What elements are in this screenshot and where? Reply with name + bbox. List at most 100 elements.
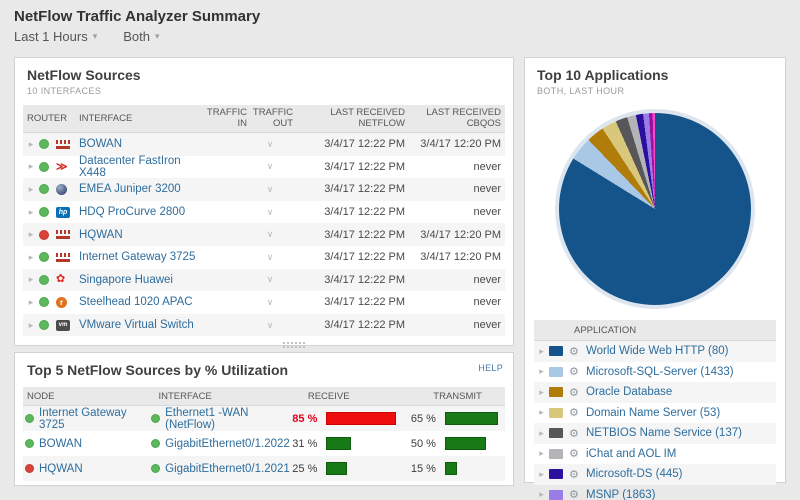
- expand-arrow-icon[interactable]: ▸: [23, 274, 39, 285]
- chevron-down-icon: ▾: [93, 31, 98, 42]
- application-link[interactable]: Microsoft-SQL-Server (1433): [586, 366, 734, 378]
- application-link[interactable]: Domain Name Server (53): [586, 407, 720, 419]
- router-link[interactable]: EMEA Juniper 3200: [79, 183, 181, 195]
- router-link[interactable]: HQWAN: [79, 229, 123, 241]
- last-netflow-cell: 3/4/17 12:22 PM: [293, 183, 405, 195]
- col-node: NODE: [23, 391, 158, 402]
- application-link[interactable]: MSNP (1863): [586, 489, 655, 500]
- traffic-out-chevron-icon[interactable]: ∨: [247, 184, 293, 195]
- node-link[interactable]: HQWAN: [39, 463, 83, 475]
- application-link[interactable]: iChat and AOL IM: [586, 448, 676, 460]
- expand-arrow-icon[interactable]: ▸: [534, 428, 549, 439]
- table-row: ▸ ✿ Singapore Huawei ∨ 3/4/17 12:22 PM n…: [23, 269, 505, 292]
- legend-swatch: [549, 449, 563, 459]
- expand-arrow-icon[interactable]: ▸: [534, 448, 549, 459]
- legend-swatch: [549, 346, 563, 356]
- list-item: ▸ ⚙ iChat and AOL IM: [534, 444, 776, 465]
- status-dot: [39, 184, 49, 194]
- table-row: Internet Gateway 3725 Ethernet1 -WAN (Ne…: [23, 406, 505, 431]
- application-link[interactable]: Microsoft-DS (445): [586, 468, 683, 480]
- list-item: ▸ ⚙ World Wide Web HTTP (80): [534, 341, 776, 362]
- traffic-out-chevron-icon[interactable]: ∨: [247, 320, 293, 331]
- page-header: NetFlow Traffic Analyzer Summary Last 1 …: [14, 8, 260, 44]
- col-last-received-netflow: LAST RECEIVEDNETFLOW: [293, 108, 405, 130]
- expand-arrow-icon[interactable]: ▸: [23, 297, 39, 308]
- transmit-bar: [445, 412, 498, 425]
- router-link[interactable]: HDQ ProCurve 2800: [79, 206, 185, 218]
- expand-arrow-icon[interactable]: ▸: [23, 139, 39, 150]
- expand-arrow-icon[interactable]: ▸: [23, 207, 39, 218]
- traffic-out-chevron-icon[interactable]: ∨: [247, 207, 293, 218]
- expand-arrow-icon[interactable]: ▸: [23, 252, 39, 263]
- node-link[interactable]: BOWAN: [39, 438, 82, 450]
- traffic-out-chevron-icon[interactable]: ∨: [247, 139, 293, 150]
- expand-arrow-icon[interactable]: ▸: [534, 489, 549, 500]
- expand-arrow-icon[interactable]: ▸: [23, 184, 39, 195]
- top-applications-title: Top 10 Applications: [537, 67, 773, 83]
- huawei-icon: ✿: [56, 274, 65, 285]
- vmware-icon: vm: [56, 320, 70, 331]
- gear-icon: ⚙: [569, 345, 586, 358]
- interface-link[interactable]: Ethernet1 -WAN (NetFlow): [165, 407, 292, 431]
- panel-drag-handle[interactable]: [282, 341, 306, 348]
- last-cbqos-cell: never: [405, 183, 505, 195]
- col-transmit: TRANSMIT: [433, 391, 505, 402]
- netflow-sources-table: ROUTER INTERFACE TRAFFICIN TRAFFICOUT LA…: [23, 105, 505, 336]
- legend-swatch: [549, 469, 563, 479]
- traffic-out-chevron-icon[interactable]: ∨: [247, 252, 293, 263]
- utilization-table: NODE INTERFACE RECEIVE TRANSMIT Internet…: [23, 387, 505, 481]
- netflow-sources-header: NetFlow Sources 10 INTERFACES: [15, 58, 513, 101]
- router-link[interactable]: VMware Virtual Switch: [79, 319, 194, 331]
- filter-bar: Last 1 Hours ▾ Both ▾: [14, 29, 260, 44]
- router-link[interactable]: Datacenter FastIron X448: [79, 155, 181, 179]
- expand-arrow-icon[interactable]: ▸: [534, 387, 549, 398]
- router-link[interactable]: Internet Gateway 3725: [79, 251, 195, 263]
- applications-pie[interactable]: [559, 113, 751, 305]
- router-link[interactable]: Singapore Huawei: [79, 274, 173, 286]
- table-row: ▸ vm VMware Virtual Switch ∨ 3/4/17 12:2…: [23, 314, 505, 337]
- table-row: ▸ r Steelhead 1020 APAC ∨ 3/4/17 12:22 P…: [23, 291, 505, 314]
- gear-icon: ⚙: [569, 386, 586, 399]
- traffic-out-chevron-icon[interactable]: ∨: [247, 161, 293, 172]
- expand-arrow-icon[interactable]: ▸: [23, 320, 39, 331]
- traffic-out-chevron-icon[interactable]: ∨: [247, 274, 293, 285]
- hp-icon: hp: [56, 207, 70, 218]
- legend-header: APPLICATION: [534, 320, 776, 341]
- last-cbqos-cell: never: [405, 206, 505, 218]
- direction-dropdown[interactable]: Both ▾: [123, 29, 159, 44]
- interface-link[interactable]: GigabitEthernet0/1.2022: [165, 438, 290, 450]
- traffic-out-chevron-icon[interactable]: ∨: [247, 297, 293, 308]
- expand-arrow-icon[interactable]: ▸: [534, 366, 549, 377]
- applications-pie-chart[interactable]: [555, 109, 755, 309]
- node-link[interactable]: Internet Gateway 3725: [39, 407, 151, 431]
- col-last-received-cbqos: LAST RECEIVEDCBQOS: [405, 108, 505, 130]
- receive-percent: 31 %: [292, 438, 326, 450]
- expand-arrow-icon[interactable]: ▸: [23, 229, 39, 240]
- traffic-out-chevron-icon[interactable]: ∨: [247, 229, 293, 240]
- status-dot: [25, 414, 34, 423]
- gear-icon: ⚙: [569, 427, 586, 440]
- col-traffic-out: TRAFFICOUT: [247, 108, 293, 130]
- expand-arrow-icon[interactable]: ▸: [23, 161, 39, 172]
- router-link[interactable]: Steelhead 1020 APAC: [79, 296, 193, 308]
- application-link[interactable]: World Wide Web HTTP (80): [586, 345, 729, 357]
- status-dot: [25, 464, 34, 473]
- help-link[interactable]: HELP: [478, 363, 503, 373]
- application-link[interactable]: NETBIOS Name Service (137): [586, 427, 742, 439]
- expand-arrow-icon[interactable]: ▸: [534, 469, 549, 480]
- status-dot: [39, 139, 49, 149]
- direction-value: Both: [123, 29, 150, 44]
- last-netflow-cell: 3/4/17 12:22 PM: [293, 206, 405, 218]
- expand-arrow-icon[interactable]: ▸: [534, 407, 549, 418]
- table-row: ▸ BOWAN ∨ 3/4/17 12:22 PM 3/4/17 12:20 P…: [23, 133, 505, 156]
- legend-swatch: [549, 387, 563, 397]
- time-range-dropdown[interactable]: Last 1 Hours ▾: [14, 29, 97, 44]
- expand-arrow-icon[interactable]: ▸: [534, 346, 549, 357]
- application-link[interactable]: Oracle Database: [586, 386, 672, 398]
- legend-swatch: [549, 490, 563, 500]
- riverbed-icon: r: [56, 297, 67, 308]
- interface-link[interactable]: GigabitEthernet0/1.2021: [165, 463, 290, 475]
- table-row: ▸ EMEA Juniper 3200 ∨ 3/4/17 12:22 PM ne…: [23, 178, 505, 201]
- router-link[interactable]: BOWAN: [79, 138, 122, 150]
- transmit-bar: [445, 462, 457, 475]
